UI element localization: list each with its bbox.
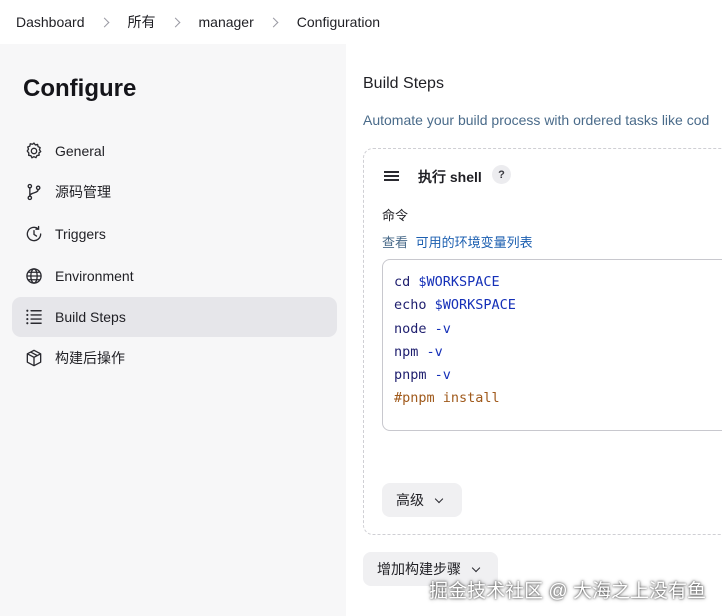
package-icon <box>23 347 45 369</box>
code-argument: -v <box>426 343 443 360</box>
help-icon[interactable]: ? <box>492 165 511 184</box>
sidebar-item-general[interactable]: General <box>12 131 337 171</box>
code-line: #pnpm install <box>394 387 722 410</box>
advanced-label: 高级 <box>396 492 424 508</box>
code-comment: #pnpm install <box>394 390 500 407</box>
sidebar-item-label: 源码管理 <box>55 184 111 200</box>
code-command: cd <box>394 274 411 290</box>
sidebar-item-label: Build Steps <box>55 309 126 325</box>
chevron-down-icon <box>434 494 444 503</box>
chevron-right-icon <box>170 17 180 27</box>
sidebar-item-label: Environment <box>55 268 134 284</box>
globe-icon <box>23 265 45 287</box>
env-help-line: 查看 可用的环境变量列表 <box>382 232 533 251</box>
sidebar-item-post-build[interactable]: 构建后操作 <box>12 338 337 378</box>
git-branch-icon <box>23 181 45 203</box>
code-line: echo $WORKSPACE <box>394 294 722 317</box>
breadcrumb-configuration[interactable]: Configuration <box>297 14 380 30</box>
command-label: 命令 <box>382 208 409 223</box>
code-argument: -v <box>434 367 451 384</box>
breadcrumb-manager[interactable]: manager <box>199 14 254 30</box>
watermark: 掘金技术社区 @ 大海之上没有鱼 <box>429 581 706 602</box>
advanced-button[interactable]: 高级 <box>382 483 462 517</box>
code-command: pnpm <box>394 367 427 384</box>
chevron-right-icon <box>268 17 279 27</box>
code-argument: -v <box>434 320 451 337</box>
chevron-down-icon <box>471 563 481 572</box>
section-description: Automate your build process with ordered… <box>363 112 710 128</box>
build-step-title: 执行 shell <box>418 169 482 185</box>
page-title: Configure <box>23 75 137 102</box>
clock-icon <box>23 223 45 245</box>
code-command: npm <box>394 343 419 360</box>
build-step-card: 执行 shell ? 命令 查看 可用的环境变量列表 cd $WORKSPACE… <box>363 148 722 535</box>
sidebar-item-source-control[interactable]: 源码管理 <box>12 172 337 212</box>
sidebar-item-label: Triggers <box>55 226 106 242</box>
breadcrumb: Dashboard 所有 manager Configuration <box>0 0 722 44</box>
sidebar-item-label: 构建后操作 <box>55 350 125 366</box>
code-argument: $WORKSPACE <box>434 297 516 314</box>
section-title: Build Steps <box>363 75 444 92</box>
sidebar-item-label: General <box>55 143 105 159</box>
breadcrumb-all[interactable]: 所有 <box>128 12 156 32</box>
sidebar: Configure General 源码管理 Triggers Environm… <box>0 44 346 616</box>
code-line: npm -v <box>394 341 722 364</box>
drag-handle-icon[interactable] <box>384 171 399 181</box>
sidebar-item-triggers[interactable]: Triggers <box>12 214 337 254</box>
main-content: Build Steps Automate your build process … <box>346 44 722 616</box>
sidebar-item-environment[interactable]: Environment <box>12 256 337 296</box>
breadcrumb-dashboard[interactable]: Dashboard <box>16 14 85 30</box>
code-line: cd $WORKSPACE <box>394 271 722 294</box>
list-icon <box>23 306 45 328</box>
code-line: pnpm -v <box>394 364 722 387</box>
sidebar-item-build-steps[interactable]: Build Steps <box>12 297 337 337</box>
code-command: node <box>394 320 427 337</box>
command-textarea[interactable]: cd $WORKSPACE echo $WORKSPACE node -v np… <box>382 259 722 431</box>
help-prefix: 查看 <box>382 235 409 250</box>
code-command: echo <box>394 297 427 314</box>
gear-icon <box>23 140 45 162</box>
env-variables-link[interactable]: 可用的环境变量列表 <box>416 235 533 250</box>
code-line: node -v <box>394 318 722 341</box>
chevron-right-icon <box>99 17 109 27</box>
code-argument: $WORKSPACE <box>418 274 500 290</box>
